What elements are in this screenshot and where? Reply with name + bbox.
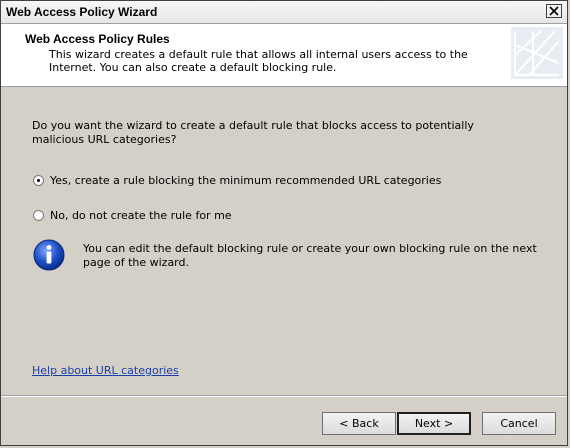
info-icon [33, 239, 65, 271]
info-text: You can edit the default blocking rule o… [83, 242, 537, 269]
wizard-logo-icon [511, 27, 563, 79]
page-description: This wizard creates a default rule that … [49, 48, 468, 74]
close-icon [549, 6, 559, 16]
next-button[interactable]: Next > [397, 412, 471, 435]
radio-no[interactable] [33, 209, 44, 221]
back-button[interactable]: < Back [322, 412, 396, 435]
cancel-button[interactable]: Cancel [482, 412, 556, 435]
option-yes-label: Yes, create a rule blocking the minimum … [50, 173, 442, 187]
option-no-label: No, do not create the rule for me [50, 208, 232, 222]
close-button[interactable] [546, 4, 562, 18]
option-no[interactable]: No, do not create the rule for me [33, 208, 232, 222]
option-yes[interactable]: Yes, create a rule blocking the minimum … [33, 173, 441, 187]
page-title: Web Access Policy Rules [25, 32, 170, 46]
wizard-header: Web Access Policy Rules This wizard crea… [1, 24, 567, 87]
window-title: Web Access Policy Wizard [6, 5, 158, 19]
radio-yes[interactable] [33, 174, 44, 186]
wizard-window: Web Access Policy Wizard Web Access Poli… [0, 0, 568, 446]
help-link[interactable]: Help about URL categories [32, 364, 179, 377]
footer-divider [1, 395, 567, 397]
title-bar[interactable]: Web Access Policy Wizard [1, 1, 567, 24]
question-text: Do you want the wizard to create a defau… [32, 119, 474, 146]
